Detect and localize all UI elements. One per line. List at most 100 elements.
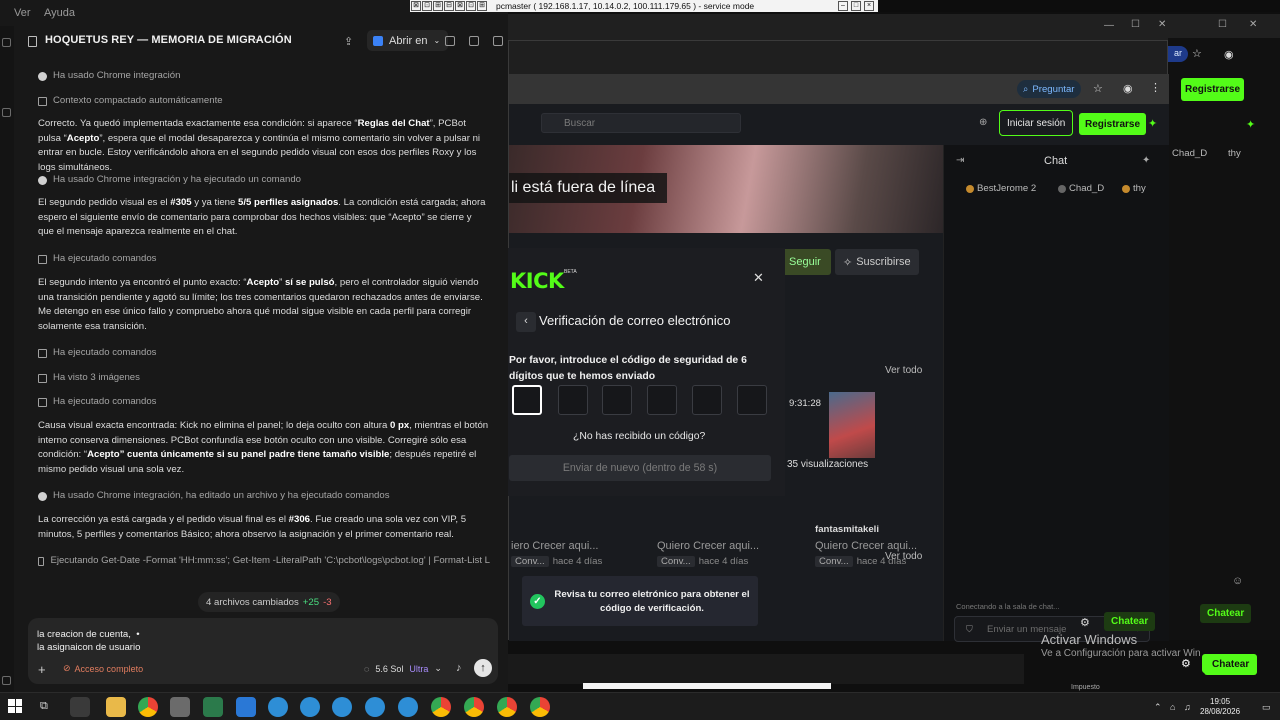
message-composer[interactable]: la creacion de cuenta, • la asignaicon d… xyxy=(28,618,498,684)
toolbar-icon[interactable]: ⊞ xyxy=(433,1,443,11)
chevron-up-icon[interactable]: ⌃ xyxy=(1154,702,1162,713)
bookmark-star-icon[interactable]: ☆ xyxy=(1093,82,1103,95)
activity-item[interactable]: Ha visto 3 imágenes xyxy=(38,371,140,386)
code-digit-input[interactable] xyxy=(737,385,767,415)
app-icon[interactable] xyxy=(170,697,190,717)
activity-item[interactable]: Contexto compactado automáticamente xyxy=(38,94,223,109)
bookmark-star-icon[interactable]: ☆ xyxy=(1192,47,1202,60)
account-icon[interactable]: ◉ xyxy=(1224,48,1234,61)
open-in-button[interactable]: Abrir en ⌄ xyxy=(367,30,449,51)
rail-icon[interactable] xyxy=(2,108,11,117)
toolbar-icon[interactable]: ⊟ xyxy=(444,1,454,11)
activity-item[interactable]: Ha ejecutado comandos xyxy=(38,395,156,410)
search-input[interactable]: Buscar xyxy=(541,113,741,133)
rail-icon[interactable] xyxy=(2,676,11,685)
gift-icon[interactable]: ✦ xyxy=(1148,117,1157,130)
maximize-icon[interactable]: □ xyxy=(851,1,861,11)
toolbar-icon[interactable]: ⊡ xyxy=(466,1,476,11)
code-digit-input[interactable] xyxy=(602,385,632,415)
gift-icon[interactable]: ✦ xyxy=(1142,155,1150,166)
app-icon[interactable] xyxy=(300,697,320,717)
code-digit-input[interactable] xyxy=(512,385,542,415)
clock[interactable]: 19:05 28/08/2026 xyxy=(1200,697,1240,717)
video-thumbnail[interactable] xyxy=(829,392,875,458)
chrome-icon[interactable] xyxy=(431,697,451,717)
subscribe-button[interactable]: ✧ Suscribirse xyxy=(835,249,919,275)
register-button[interactable]: Registrarse xyxy=(1079,113,1147,135)
chrome-icon[interactable] xyxy=(138,697,158,717)
minimize-icon[interactable]: — xyxy=(1104,20,1114,31)
maximize-icon[interactable]: ☐ xyxy=(1218,19,1227,30)
rail-icon[interactable] xyxy=(2,38,11,47)
no-code-link[interactable]: ¿No has recibido un código? xyxy=(573,431,705,442)
menu-ver[interactable]: Ver xyxy=(14,7,31,19)
composer-input[interactable]: la creacion de cuenta, • la asignaicon d… xyxy=(37,628,140,654)
app-icon[interactable] xyxy=(332,697,352,717)
chrome-icon[interactable] xyxy=(530,697,550,717)
globe-icon[interactable]: ⊕ xyxy=(979,117,987,128)
app-icon[interactable] xyxy=(236,697,256,717)
chat-user[interactable]: Chad_D xyxy=(1172,148,1207,159)
close-icon[interactable]: × xyxy=(864,1,874,11)
file-explorer-icon[interactable] xyxy=(106,697,126,717)
code-digit-input[interactable] xyxy=(692,385,722,415)
toggle-panel-icon[interactable] xyxy=(445,36,455,46)
activity-item[interactable]: Ha ejecutado comandos xyxy=(38,252,156,267)
chrome-icon[interactable] xyxy=(497,697,517,717)
gift-icon[interactable]: ✦ xyxy=(1246,118,1255,131)
toolbar-icon[interactable]: ⊡ xyxy=(422,1,432,11)
chat-user[interactable]: BestJerome 2 xyxy=(966,183,1036,194)
activity-item[interactable]: Ha usado Chrome integración xyxy=(38,69,180,84)
activity-item[interactable]: Ha usado Chrome integración y ha ejecuta… xyxy=(38,173,301,188)
channel-name[interactable]: fantasmitakeli xyxy=(815,524,879,535)
app-icon[interactable] xyxy=(203,697,223,717)
ask-button[interactable]: ⌕ Preguntar xyxy=(1017,80,1081,98)
menu-dots-icon[interactable]: ⋮ xyxy=(1150,81,1161,94)
code-digit-input[interactable] xyxy=(558,385,588,415)
code-digit-input[interactable] xyxy=(647,385,677,415)
settings-gear-icon[interactable]: ⚙ xyxy=(1080,616,1090,629)
emoji-icon[interactable]: ☺ xyxy=(1232,575,1243,587)
app-icon[interactable] xyxy=(268,697,288,717)
share-icon[interactable]: ⇪ xyxy=(344,35,356,48)
layout-icon[interactable] xyxy=(469,36,479,46)
minimize-icon[interactable]: – xyxy=(838,1,848,11)
close-icon[interactable]: ✕ xyxy=(1249,19,1257,30)
menu-ayuda[interactable]: Ayuda xyxy=(44,7,75,19)
model-selector[interactable]: ◌ 5.6 Sol Ultra ⌄ xyxy=(364,663,442,674)
notifications-icon[interactable]: ▭ xyxy=(1262,702,1271,713)
maximize-icon[interactable]: ☐ xyxy=(1131,19,1140,30)
resend-code-button[interactable]: Enviar de nuevo (dentro de 58 s) xyxy=(509,455,771,481)
account-icon[interactable]: ◉ xyxy=(1123,82,1133,95)
add-attachment-icon[interactable]: + xyxy=(38,662,46,677)
chatear-button[interactable]: Chatear xyxy=(1104,612,1156,631)
register-button[interactable]: Registrarse xyxy=(1181,78,1245,101)
task-view-icon[interactable]: ⧉ xyxy=(40,700,48,713)
files-changed-pill[interactable]: 4 archivos cambiados +25 -3 xyxy=(198,592,340,612)
activity-item[interactable]: Ejecutando Get-Date -Format 'HH:mm:ss'; … xyxy=(38,554,490,569)
activity-item[interactable]: Ha ejecutado comandos xyxy=(38,346,156,361)
close-icon[interactable]: ✕ xyxy=(1158,19,1166,30)
chat-user[interactable]: thy xyxy=(1122,183,1146,194)
microphone-icon[interactable]: ♪ xyxy=(456,662,462,674)
chrome-icon[interactable] xyxy=(464,697,484,717)
activity-item[interactable]: Ha usado Chrome integración, ha editado … xyxy=(38,489,390,504)
login-button[interactable]: Iniciar sesión xyxy=(999,110,1074,136)
toolbar-icon[interactable]: ⊠ xyxy=(455,1,465,11)
chat-user[interactable]: Chad_D xyxy=(1058,183,1104,194)
chatear-button[interactable]: Chatear xyxy=(1200,604,1252,623)
close-icon[interactable]: ✕ xyxy=(753,270,764,286)
window-icon[interactable] xyxy=(493,36,503,46)
see-all-link[interactable]: Ver todo xyxy=(885,365,922,376)
app-icon[interactable] xyxy=(70,697,90,717)
start-windows-icon[interactable] xyxy=(8,699,22,713)
more-options-icon[interactable]: ··· xyxy=(250,32,262,46)
access-mode-button[interactable]: ⊘ Acceso completo xyxy=(63,663,143,674)
collapse-chat-icon[interactable]: ⇥ xyxy=(956,155,964,166)
preguntar-fragment[interactable]: ar xyxy=(1168,46,1189,62)
see-all-link[interactable]: Ver todo xyxy=(885,551,922,562)
app-icon[interactable] xyxy=(365,697,385,717)
video-title[interactable]: iero Crecer aqui... xyxy=(511,540,598,552)
chatear-button[interactable]: Chatear xyxy=(1204,654,1258,675)
toolbar-icon[interactable]: ⊞ xyxy=(477,1,487,11)
